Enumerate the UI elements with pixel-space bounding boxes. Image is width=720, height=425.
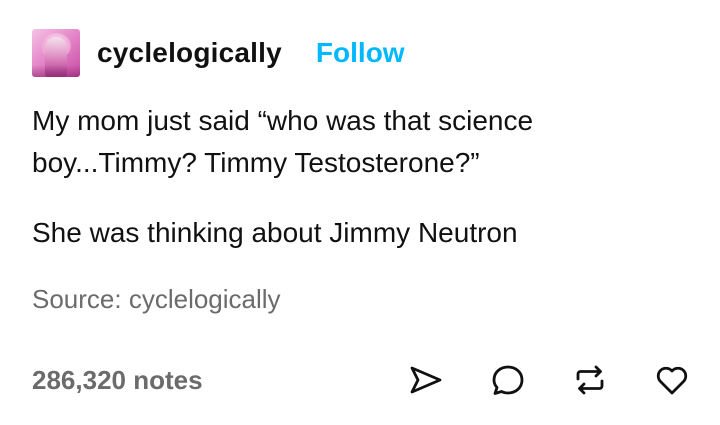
source-label: Source: xyxy=(32,284,129,314)
post-actions xyxy=(364,360,692,400)
share-icon xyxy=(410,366,442,394)
avatar[interactable] xyxy=(32,29,80,77)
reblog-icon xyxy=(576,365,604,395)
post-footer: 286,320 notes xyxy=(32,360,692,400)
like-icon xyxy=(656,366,688,395)
reblog-button[interactable] xyxy=(570,360,610,400)
source-attribution: Source: cyclelogically xyxy=(32,284,281,315)
notes-count[interactable]: 286,320 notes xyxy=(32,365,203,396)
share-button[interactable] xyxy=(406,360,446,400)
reply-button[interactable] xyxy=(488,360,528,400)
post-body: My mom just said “who was that science b… xyxy=(32,100,692,254)
reply-icon xyxy=(492,365,524,395)
like-button[interactable] xyxy=(652,360,692,400)
username-link[interactable]: cyclelogically xyxy=(97,37,282,69)
post-text-paragraph-1: My mom just said “who was that science b… xyxy=(32,105,534,178)
source-link[interactable]: cyclelogically xyxy=(129,284,281,314)
post-text-paragraph-2: She was thinking about Jimmy Neutron xyxy=(32,217,518,248)
post-header: cyclelogically Follow xyxy=(32,28,405,78)
follow-button[interactable]: Follow xyxy=(316,37,405,69)
